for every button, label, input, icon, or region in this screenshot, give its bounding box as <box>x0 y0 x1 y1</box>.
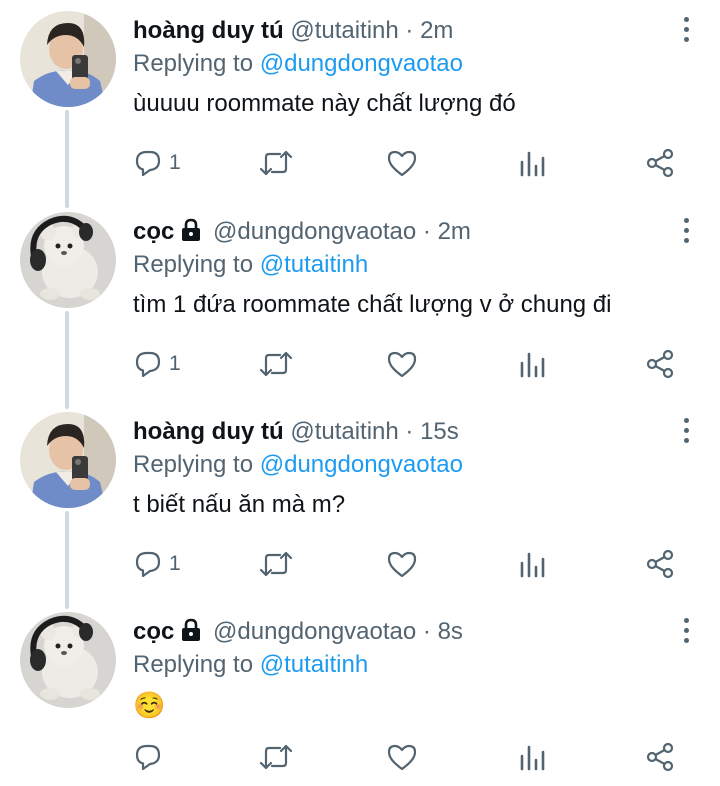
like-icon <box>387 351 417 378</box>
reply-button[interactable]: 1 <box>133 549 181 579</box>
analytics-button[interactable] <box>518 349 546 379</box>
like-icon <box>387 551 417 578</box>
reply-icon <box>135 744 161 771</box>
analytics-button[interactable] <box>518 148 546 178</box>
replying-to: Replying to @tutaitinh <box>133 650 670 680</box>
retweet-button[interactable] <box>258 549 294 579</box>
timestamp[interactable]: · 8s <box>423 618 463 645</box>
reply-count: 1 <box>169 352 181 375</box>
share-icon <box>646 549 674 579</box>
reply-icon <box>135 351 161 378</box>
reply-count: 1 <box>169 552 181 575</box>
reply-button[interactable]: 1 <box>133 148 181 178</box>
selfie-avatar-image <box>20 412 116 508</box>
tweet[interactable]: hoàng duy tú @tutaitinh · 15s Replying t… <box>0 401 720 601</box>
replying-to: Replying to @dungdongvaotao <box>133 49 670 79</box>
mention-link[interactable]: @tutaitinh <box>260 251 368 278</box>
action-bar <box>0 742 720 772</box>
share-icon <box>646 349 674 379</box>
avatar[interactable] <box>20 612 116 708</box>
tweet[interactable]: cọc @dungdongvaotao · 8s Replying to @tu… <box>0 601 720 786</box>
analytics-icon <box>520 745 545 771</box>
like-icon <box>387 744 417 771</box>
display-name[interactable]: cọc <box>133 218 174 245</box>
handle[interactable]: @tutaitinh <box>290 418 398 445</box>
more-icon[interactable] <box>681 418 691 448</box>
like-button[interactable] <box>386 148 418 178</box>
reply-icon <box>135 551 161 578</box>
action-bar: 1 <box>0 349 720 379</box>
tweet[interactable]: cọc @dungdongvaotao · 2m Replying to @tu… <box>0 201 720 401</box>
like-button[interactable] <box>386 349 418 379</box>
replying-to-label: Replying to <box>133 251 254 278</box>
tweet-text: ☺️ <box>133 690 166 720</box>
reply-button[interactable] <box>133 742 163 772</box>
like-button[interactable] <box>386 549 418 579</box>
timestamp[interactable]: · 2m <box>423 218 471 245</box>
display-name[interactable]: cọc <box>133 618 174 645</box>
retweet-icon <box>259 744 293 770</box>
avatar[interactable] <box>20 11 116 107</box>
share-icon <box>646 148 674 178</box>
handle[interactable]: @dungdongvaotao <box>213 218 416 245</box>
like-icon <box>387 150 417 177</box>
tweet-text: tìm 1 đứa roommate chất lượng v ở chung … <box>133 291 612 318</box>
retweet-button[interactable] <box>258 148 294 178</box>
handle[interactable]: @tutaitinh <box>290 17 398 44</box>
analytics-icon <box>520 352 545 378</box>
avatar[interactable] <box>20 212 116 308</box>
retweet-icon <box>259 351 293 377</box>
more-icon[interactable] <box>681 618 691 648</box>
replying-to-label: Replying to <box>133 50 254 77</box>
plush-bear-avatar-image <box>20 612 116 708</box>
analytics-button[interactable] <box>518 549 546 579</box>
analytics-button[interactable] <box>518 742 546 772</box>
timestamp[interactable]: · 15s <box>405 418 458 445</box>
avatar[interactable] <box>20 412 116 508</box>
display-name[interactable]: hoàng duy tú <box>133 17 284 44</box>
lock-icon <box>182 218 201 241</box>
like-button[interactable] <box>386 742 418 772</box>
analytics-icon <box>520 552 545 578</box>
reply-button[interactable]: 1 <box>133 349 181 379</box>
share-button[interactable] <box>645 148 675 178</box>
retweet-icon <box>259 551 293 577</box>
retweet-icon <box>259 150 293 176</box>
plush-bear-avatar-image <box>20 212 116 308</box>
mention-link[interactable]: @dungdongvaotao <box>260 50 463 77</box>
selfie-avatar-image <box>20 11 116 107</box>
tweet-text: t biết nấu ăn mà m? <box>133 491 346 518</box>
analytics-icon <box>520 151 545 177</box>
handle[interactable]: @dungdongvaotao <box>213 618 416 645</box>
more-icon[interactable] <box>681 17 691 47</box>
action-bar: 1 <box>0 549 720 579</box>
action-bar: 1 <box>0 148 720 178</box>
share-button[interactable] <box>645 742 675 772</box>
retweet-button[interactable] <box>258 349 294 379</box>
more-icon[interactable] <box>681 218 691 248</box>
share-button[interactable] <box>645 549 675 579</box>
replying-to-label: Replying to <box>133 651 254 678</box>
lock-icon <box>182 618 201 641</box>
retweet-button[interactable] <box>258 742 294 772</box>
reply-icon <box>135 150 161 177</box>
tweet[interactable]: hoàng duy tú @tutaitinh · 2m Replying to… <box>0 0 720 200</box>
replying-to: Replying to @dungdongvaotao <box>133 450 670 480</box>
replying-to: Replying to @tutaitinh <box>133 250 670 280</box>
timestamp[interactable]: · 2m <box>405 17 453 44</box>
display-name[interactable]: hoàng duy tú <box>133 418 284 445</box>
mention-link[interactable]: @dungdongvaotao <box>260 451 463 478</box>
replying-to-label: Replying to <box>133 451 254 478</box>
tweet-text: ùuuuu roommate này chất lượng đó <box>133 90 516 117</box>
share-icon <box>646 742 674 772</box>
mention-link[interactable]: @tutaitinh <box>260 651 368 678</box>
reply-count: 1 <box>169 151 181 174</box>
share-button[interactable] <box>645 349 675 379</box>
